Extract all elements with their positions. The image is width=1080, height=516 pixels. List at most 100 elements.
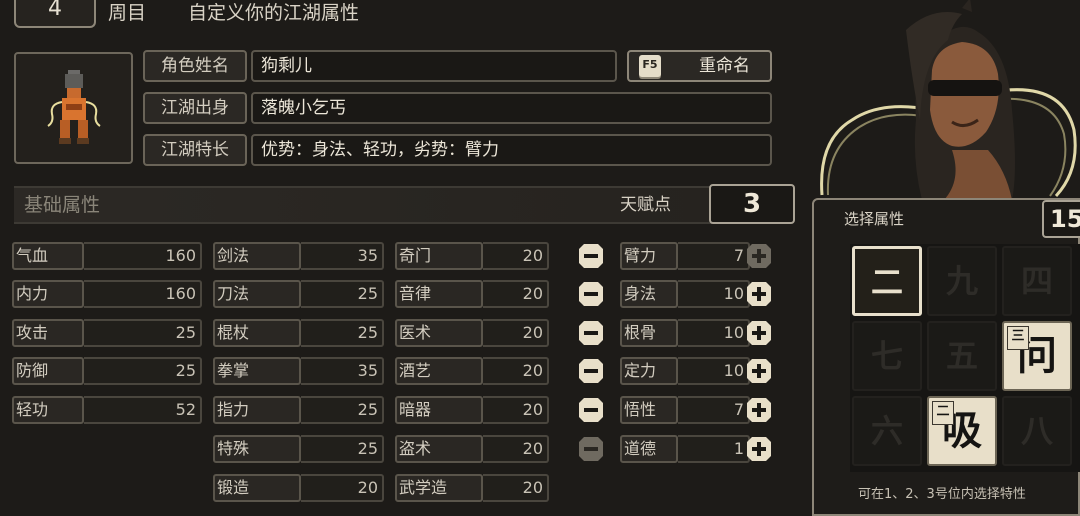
attribute-tile[interactable]: 八 xyxy=(1002,396,1072,466)
stat-value: 25 xyxy=(301,435,384,463)
stat-value: 25 xyxy=(301,319,384,347)
stat-label: 棍杖 xyxy=(213,319,301,347)
stat-value: 7 xyxy=(678,396,750,424)
page-subtitle: 自定义你的江湖属性 xyxy=(188,2,360,24)
stat-label: 防御 xyxy=(12,357,84,385)
decrease-button-disabled[interactable] xyxy=(578,436,604,462)
increase-button[interactable] xyxy=(746,320,772,346)
name-value: 狗剩儿 xyxy=(251,50,617,82)
decrease-button[interactable] xyxy=(578,397,604,423)
stat-label: 剑法 xyxy=(213,242,301,270)
stat-label: 酒艺 xyxy=(395,357,483,385)
increase-button[interactable] xyxy=(746,281,772,307)
plus-icon xyxy=(747,437,771,461)
trait-label: 江湖特长 xyxy=(143,134,247,166)
stat-label: 臂力 xyxy=(620,242,678,270)
stat-value: 25 xyxy=(301,280,384,308)
plus-icon xyxy=(747,282,771,306)
tile-char: 七 xyxy=(870,337,903,375)
increase-button[interactable] xyxy=(746,436,772,462)
talent-points-value: 3 xyxy=(709,184,795,224)
attribute-tile[interactable]: 五 xyxy=(927,321,997,391)
stat-label: 暗器 xyxy=(395,396,483,424)
name-label: 角色姓名 xyxy=(143,50,247,82)
attribute-tile-selected[interactable]: 二 xyxy=(852,246,922,316)
tile-char: 二 xyxy=(870,263,903,301)
minus-icon xyxy=(579,282,603,306)
stat-value: 25 xyxy=(84,357,202,385)
attribute-tile[interactable]: 六 xyxy=(852,396,922,466)
minus-icon xyxy=(579,359,603,383)
select-hint: 可在1、2、3号位内选择特性 xyxy=(858,487,1026,502)
stat-label: 悟性 xyxy=(620,396,678,424)
stat-label: 音律 xyxy=(395,280,483,308)
hero-portrait xyxy=(812,0,1080,200)
decrease-button[interactable] xyxy=(578,281,604,307)
hero-portrait-icon xyxy=(812,0,1080,200)
selector-points: 15 xyxy=(1042,200,1080,238)
decrease-button[interactable] xyxy=(578,243,604,269)
increase-button-disabled[interactable] xyxy=(746,243,772,269)
attribute-tile-active[interactable]: 二 吸 xyxy=(927,396,997,466)
origin-label: 江湖出身 xyxy=(143,92,247,124)
stat-value: 52 xyxy=(84,396,202,424)
stat-label: 定力 xyxy=(620,357,678,385)
stat-label: 武学造 xyxy=(395,474,483,502)
stat-label: 锻造 xyxy=(213,474,301,502)
attribute-tile[interactable]: 九 xyxy=(927,246,997,316)
minus-icon xyxy=(579,244,603,268)
stat-value: 10 xyxy=(678,357,750,385)
tile-char: 四 xyxy=(1020,262,1053,300)
stat-value: 20 xyxy=(301,474,384,502)
select-attribute-panel: 选择属性 15 二 九 四 七 五 三 问 六 二 吸 八 可在1、2、3号位内… xyxy=(812,198,1080,516)
select-attribute-title: 选择属性 xyxy=(844,210,905,228)
decrease-button[interactable] xyxy=(578,320,604,346)
stat-value: 20 xyxy=(483,280,549,308)
stat-value: 20 xyxy=(483,357,549,385)
base-attributes-title: 基础属性 xyxy=(24,194,101,216)
stat-value: 1 xyxy=(678,435,750,463)
increase-button[interactable] xyxy=(746,397,772,423)
decrease-button[interactable] xyxy=(578,358,604,384)
stat-label: 指力 xyxy=(213,396,301,424)
stat-label: 攻击 xyxy=(12,319,84,347)
stat-value: 160 xyxy=(84,242,202,270)
stat-value: 25 xyxy=(301,396,384,424)
stat-label: 奇门 xyxy=(395,242,483,270)
tile-slot-badge: 二 xyxy=(932,401,954,425)
rename-label: 重命名 xyxy=(699,56,750,76)
plus-icon xyxy=(747,398,771,422)
tile-slot-badge: 三 xyxy=(1007,326,1029,350)
origin-value: 落魄小乞丐 xyxy=(251,92,772,124)
stat-label: 刀法 xyxy=(213,280,301,308)
rename-button[interactable]: F5 重命名 xyxy=(627,50,772,82)
stat-label: 医术 xyxy=(395,319,483,347)
tile-char: 五 xyxy=(945,337,978,375)
stat-value: 20 xyxy=(483,319,549,347)
trait-value: 优势：身法、轻功，劣势：臂力 xyxy=(251,134,772,166)
tile-char: 八 xyxy=(1020,412,1053,450)
round-counter: 4 xyxy=(14,0,96,28)
stat-value: 25 xyxy=(84,319,202,347)
stat-value: 20 xyxy=(483,242,549,270)
plus-icon xyxy=(747,321,771,345)
minus-icon xyxy=(579,321,603,345)
stat-label: 轻功 xyxy=(12,396,84,424)
attribute-tile[interactable]: 七 xyxy=(852,321,922,391)
stat-label: 身法 xyxy=(620,280,678,308)
stat-label: 盗术 xyxy=(395,435,483,463)
stat-value: 160 xyxy=(84,280,202,308)
attribute-tile[interactable]: 四 xyxy=(1002,246,1072,316)
plus-icon xyxy=(747,359,771,383)
tile-char: 六 xyxy=(870,412,903,450)
stat-label: 内力 xyxy=(12,280,84,308)
f5-key-icon: F5 xyxy=(639,55,661,77)
plus-icon xyxy=(747,244,771,268)
stat-value: 10 xyxy=(678,319,750,347)
round-label: 周目 xyxy=(108,2,147,24)
stat-value: 35 xyxy=(301,242,384,270)
attribute-tile-active[interactable]: 三 问 xyxy=(1002,321,1072,391)
increase-button[interactable] xyxy=(746,358,772,384)
stat-label: 道德 xyxy=(620,435,678,463)
character-sprite-icon xyxy=(47,70,101,144)
